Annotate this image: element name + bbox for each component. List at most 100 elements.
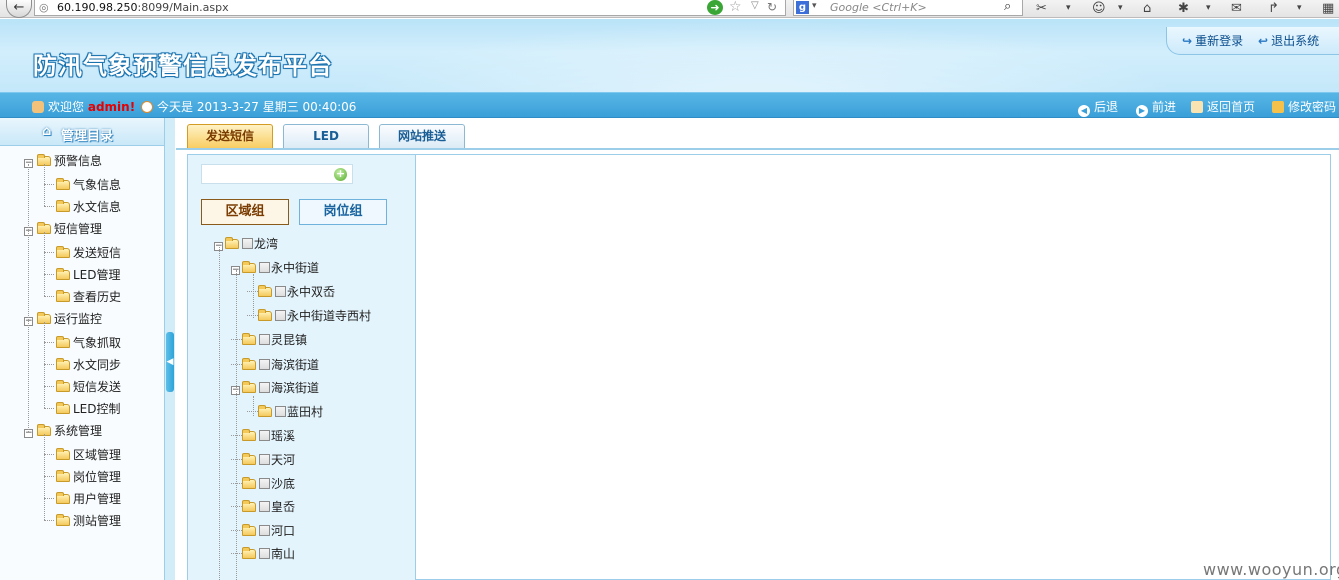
- back-icon: ◀: [1078, 105, 1090, 117]
- tab-web-push[interactable]: 网站推送: [379, 124, 465, 148]
- region-group-button[interactable]: 区域组: [201, 199, 289, 225]
- tree-item[interactable]: 灵昆镇: [231, 331, 307, 348]
- bug-icon[interactable]: ✱: [1178, 0, 1189, 17]
- tree-item[interactable]: 河口: [231, 522, 295, 539]
- smiley-icon[interactable]: ☺: [1092, 0, 1106, 17]
- add-icon[interactable]: +: [334, 168, 347, 181]
- sidebar-item[interactable]: 用户管理: [56, 490, 121, 507]
- header-decoration: [330, 19, 1190, 92]
- nav-forward-link[interactable]: ▶ 前进: [1136, 98, 1176, 117]
- folder-icon: [56, 200, 70, 212]
- tree-item-label: 永中双岙: [287, 285, 336, 299]
- sidebar-group-label: 系统管理: [54, 424, 103, 438]
- tree-item[interactable]: − 海滨街道: [231, 379, 319, 396]
- sidebar-item-label: 测站管理: [73, 514, 122, 528]
- tree-item[interactable]: 永中街道寺西村: [247, 307, 371, 324]
- bookmark-star-icon[interactable]: ☆: [729, 0, 742, 15]
- checkbox[interactable]: [259, 334, 270, 345]
- history-dropdown-icon[interactable]: ▽: [751, 0, 759, 11]
- sidebar-splitter[interactable]: ◀: [164, 118, 175, 580]
- checkbox[interactable]: [275, 286, 286, 297]
- tree-item[interactable]: 沙底: [231, 475, 295, 492]
- smiley-dropdown-icon[interactable]: ▾: [1118, 0, 1123, 17]
- grid-menu-icon[interactable]: ▦: [1322, 0, 1334, 17]
- share-icon[interactable]: ↱: [1268, 0, 1279, 17]
- sidebar-item[interactable]: 岗位管理: [56, 468, 121, 485]
- sidebar-group[interactable]: − 短信管理: [24, 220, 102, 237]
- checkbox[interactable]: [259, 382, 270, 393]
- relogin-icon: ↪: [1182, 34, 1193, 48]
- sidebar-item[interactable]: 水文信息: [56, 198, 121, 215]
- checkbox[interactable]: [242, 238, 253, 249]
- checkbox[interactable]: [259, 262, 270, 273]
- checkbox[interactable]: [259, 501, 270, 512]
- checkbox[interactable]: [259, 359, 270, 370]
- checkbox[interactable]: [259, 525, 270, 536]
- bug-dropdown-icon[interactable]: ▾: [1206, 0, 1211, 17]
- search-bar[interactable]: g ▾ Google <Ctrl+K> ⌕: [793, 0, 1023, 16]
- tree-connector: [253, 274, 254, 318]
- sidebar-item[interactable]: 发送短信: [56, 244, 121, 261]
- username: admin!: [87, 100, 136, 114]
- sidebar-group[interactable]: − 系统管理: [24, 422, 102, 439]
- tab-led[interactable]: LED: [283, 124, 369, 148]
- sidebar-item-label: 区域管理: [73, 448, 122, 462]
- addon-dropdown-icon[interactable]: ▾: [1066, 0, 1071, 17]
- change-password-link[interactable]: 修改密码: [1272, 98, 1336, 115]
- recipient-input[interactable]: +: [201, 164, 353, 184]
- sidebar-item[interactable]: 短信发送: [56, 378, 121, 395]
- sidebar-item[interactable]: 水文同步: [56, 356, 121, 373]
- home-icon[interactable]: ⌂: [1143, 0, 1151, 17]
- folder-icon: [56, 336, 70, 348]
- tree-item[interactable]: − 龙湾: [214, 235, 278, 252]
- checkbox[interactable]: [275, 310, 286, 321]
- relogin-link[interactable]: ↪ 重新登录: [1182, 32, 1243, 49]
- logout-link[interactable]: ↩ 退出系统: [1258, 32, 1319, 49]
- search-engine-icon[interactable]: g: [796, 1, 809, 14]
- sidebar-item[interactable]: 气象抓取: [56, 334, 121, 351]
- tree-connector: [44, 184, 54, 185]
- sidebar-group[interactable]: − 预警信息: [24, 152, 102, 169]
- reload-icon[interactable]: ↻: [767, 0, 777, 14]
- sidebar-item-label: 水文同步: [73, 358, 122, 372]
- sidebar-item[interactable]: LED管理: [56, 266, 121, 283]
- tree-item[interactable]: 瑶溪: [231, 427, 295, 444]
- sidebar-item[interactable]: 测站管理: [56, 512, 121, 529]
- tree-item[interactable]: − 永中街道: [231, 259, 319, 276]
- tree-item[interactable]: 海滨街道: [231, 356, 319, 373]
- tree-item[interactable]: 皇岙: [231, 498, 295, 515]
- folder-icon: [242, 333, 256, 345]
- tree-connector: [44, 498, 54, 499]
- sidebar-group[interactable]: − 运行监控: [24, 310, 102, 327]
- nav-back-link[interactable]: ◀ 后退: [1078, 98, 1118, 117]
- tree-item[interactable]: 南山: [231, 545, 295, 562]
- tree-item-label: 天河: [271, 453, 296, 467]
- go-icon[interactable]: ➜: [707, 0, 723, 15]
- tree-item[interactable]: 天河: [231, 451, 295, 468]
- checkbox[interactable]: [259, 430, 270, 441]
- checkbox[interactable]: [259, 548, 270, 559]
- sidebar-item[interactable]: 区域管理: [56, 446, 121, 463]
- checkbox[interactable]: [275, 406, 286, 417]
- post-group-button[interactable]: 岗位组: [299, 199, 387, 225]
- addon-icon[interactable]: ✂: [1036, 0, 1047, 17]
- sidebar-item[interactable]: 查看历史: [56, 288, 121, 305]
- checkbox[interactable]: [259, 454, 270, 465]
- sidebar-item[interactable]: LED控制: [56, 400, 121, 417]
- collapse-sidebar-icon[interactable]: ◀: [166, 332, 174, 392]
- engine-dropdown-icon[interactable]: ▾: [812, 1, 817, 11]
- sidebar-item[interactable]: 气象信息: [56, 176, 121, 193]
- share-dropdown-icon[interactable]: ▾: [1297, 0, 1302, 17]
- magnifier-icon[interactable]: ⌕: [1004, 0, 1011, 14]
- mail-icon[interactable]: ✉: [1231, 0, 1242, 17]
- back-arrow-icon[interactable]: ←: [6, 0, 32, 18]
- sidebar-header: ⌂ 管理目录: [0, 118, 164, 146]
- welcome-text: 欢迎您 admin!: [32, 98, 135, 115]
- nav-home-link[interactable]: 返回首页: [1191, 98, 1255, 115]
- address-bar[interactable]: ◎ 60.190.98.250:8099/Main.aspx ➜ ☆ ▽ ↻: [34, 0, 786, 16]
- tab-send-sms[interactable]: 发送短信: [187, 124, 273, 148]
- tree-item[interactable]: 永中双岙: [247, 283, 335, 300]
- folder-icon: [242, 453, 256, 465]
- checkbox[interactable]: [259, 478, 270, 489]
- tree-item[interactable]: 蓝田村: [247, 403, 323, 420]
